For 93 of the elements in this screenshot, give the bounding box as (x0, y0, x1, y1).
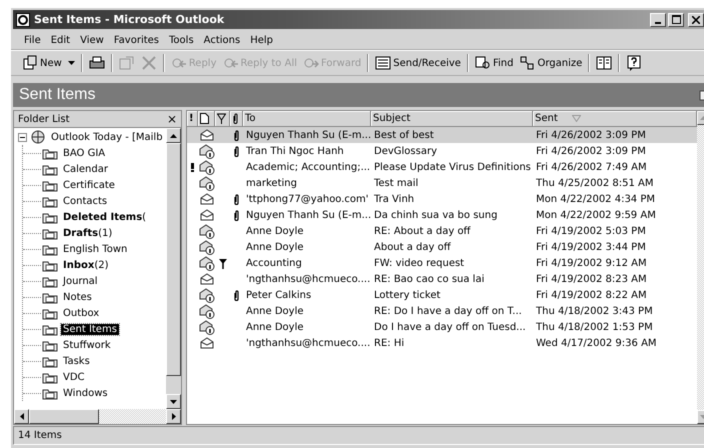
toolbar-button[interactable]: Find (472, 52, 516, 74)
message-row[interactable]: marketing Test mail Thu 4/25/2002 8:51 AM (187, 175, 697, 191)
folder-item[interactable]: Outbox (61, 308, 102, 318)
folder-item[interactable]: VDC (61, 372, 87, 382)
window-title: Sent Items - Microsoft Outlook (34, 13, 224, 26)
date-cell-text: Fri 4/19/2002 8:23 AM (535, 272, 648, 286)
folder-item[interactable]: Tasks (61, 356, 92, 366)
toolbar-button[interactable]: Organize (516, 52, 586, 74)
recipient-cell-text: Anne Doyle (245, 304, 305, 318)
toolbar-button[interactable]: New (19, 52, 78, 74)
importance-header[interactable]: ! (187, 111, 198, 127)
message-row[interactable]: Anne Doyle Do I have a day off on Tuesd... Thu 4/18/2002 1:53 PM (187, 319, 697, 335)
subject-cell-text: Please Update Virus Definitions (373, 160, 532, 174)
subject-cell-text: RE: Bao cao co sua lai (373, 272, 486, 286)
close-button[interactable]: × (166, 112, 177, 126)
recipient-cell-text: 'ttphong77@yahoo.com' (245, 192, 370, 206)
menu-item[interactable]: File (19, 34, 46, 46)
recipient-cell-text: Nguyen Thanh Su (E-m... (245, 128, 371, 142)
menu-item[interactable]: Actions (198, 34, 246, 46)
message-row[interactable]: 'ngthanhsu@hcmueco.... RE: Hi Wed 4/17/2002 9:36 AM (187, 335, 697, 351)
date-cell-text: Fri 4/26/2002 3:09 PM (535, 128, 647, 142)
pane-title: Folder List (18, 114, 70, 124)
column-header[interactable]: Subject (371, 111, 533, 127)
date-cell-text: Fri 4/19/2002 5:03 PM (535, 224, 647, 238)
column-header[interactable]: Sent (533, 111, 697, 127)
subject-cell-text: RE: Do I have a day off on T... (373, 304, 523, 318)
folder-item[interactable]: Stuffwork (61, 340, 113, 350)
date-cell-text: Thu 4/18/2002 3:43 PM (535, 304, 654, 318)
recipient-cell-text: Anne Doyle (245, 240, 305, 254)
banner-title: Sent Items (19, 86, 96, 104)
toolbar-button[interactable]: Send/Receive (372, 52, 464, 74)
column-header[interactable]: To (243, 111, 371, 127)
menu-item[interactable]: Tools (164, 34, 199, 46)
date-cell-text: Fri 4/26/2002 7:49 AM (535, 160, 648, 174)
folder-item[interactable]: English Town (61, 244, 130, 254)
message-row[interactable]: Peter Calkins Lottery ticket Fri 4/19/2002 8:22 AM (187, 287, 697, 303)
message-row[interactable]: Anne Doyle RE: Do I have a day off on T... Thu 4/18/2002 3:43 PM (187, 303, 697, 319)
subject-cell-text: DevGlossary (373, 144, 438, 158)
subject-cell-text: Da chinh sua va bo sung (373, 208, 498, 222)
folder-item[interactable]: Deleted Items( (61, 212, 148, 222)
folder-item[interactable]: Drafts(1) (61, 228, 114, 238)
date-cell-text: Fri 4/19/2002 9:12 AM (535, 256, 648, 270)
menu-item[interactable]: Favorites (108, 34, 164, 46)
message-row[interactable]: Anne Doyle RE: About a day off Fri 4/19/2002 5:03 PM (187, 223, 697, 239)
folder-item[interactable]: Windows (61, 388, 110, 398)
subject-cell-text: Best of best (373, 128, 435, 142)
menu-item[interactable]: Edit (46, 34, 76, 46)
recipient-cell-text: Academic; Accounting;... (245, 160, 371, 174)
recipient-cell-text: Anne Doyle (245, 224, 305, 238)
date-cell-text: Mon 4/22/2002 4:34 PM (535, 192, 656, 206)
recipient-cell-text: Peter Calkins (245, 288, 312, 302)
message-row[interactable]: Academic; Accounting;... Please Update Virus Definitions Fri 4/26/2002 7:49 AM (187, 159, 697, 175)
subject-cell-text: Lottery ticket (373, 288, 442, 302)
message-row[interactable]: Nguyen Thanh Su (E-m... Da chinh sua va bo sung Mon 4/22/2002 9:59 AM (187, 207, 697, 223)
message-row[interactable]: Anne Doyle About a day off Fri 4/19/2002 3:44 PM (187, 239, 697, 255)
date-cell-text: Wed 4/17/2002 9:36 AM (535, 336, 658, 350)
folder-item[interactable]: BAO GIA (61, 148, 108, 158)
folder-item[interactable]: Notes (61, 292, 94, 302)
date-cell-text: Thu 4/18/2002 1:53 PM (535, 320, 654, 334)
folder-item[interactable]: Certificate (61, 180, 117, 190)
date-cell-text: Fri 4/19/2002 3:44 PM (535, 240, 647, 254)
status-text: 14 Items (18, 430, 62, 441)
subject-cell-text: RE: Hi (373, 336, 406, 350)
folder-item[interactable]: Journal (61, 276, 100, 286)
subject-cell-text: Test mail (373, 176, 420, 190)
recipient-cell-text: Accounting (245, 256, 303, 270)
recipient-cell-text: 'ngthanhsu@hcmueco.... (245, 272, 371, 286)
folder-item[interactable]: Calendar (61, 164, 110, 174)
date-cell-text: Thu 4/25/2002 8:51 AM (535, 176, 655, 190)
folder-item[interactable]: Inbox(2) (61, 260, 110, 270)
recipient-cell-text: 'ngthanhsu@hcmueco.... (245, 336, 371, 350)
folder-item[interactable]: Contacts (61, 196, 110, 206)
message-row[interactable]: Tran Thi Ngoc Hanh DevGlossary Fri 4/26/2002 3:09 PM (187, 143, 697, 159)
subject-cell-text: FW: video request (373, 256, 466, 270)
date-cell-text: Fri 4/26/2002 3:09 PM (535, 144, 647, 158)
recipient-cell-text: Anne Doyle (245, 320, 305, 334)
menu-item[interactable]: Help (245, 34, 278, 46)
message-row[interactable]: 'ttphong77@yahoo.com' Tra Vinh Mon 4/22/2002 4:34 PM (187, 191, 697, 207)
message-row[interactable]: Accounting FW: video request Fri 4/19/2002 9:12 AM (187, 255, 697, 271)
date-cell-text: Mon 4/22/2002 9:59 AM (535, 208, 657, 222)
recipient-cell-text: Tran Thi Ngoc Hanh (245, 144, 345, 158)
subject-cell-text: Do I have a day off on Tuesd... (373, 320, 527, 334)
folder-item[interactable]: Sent Items (61, 324, 119, 334)
recipient-cell-text: marketing (245, 176, 298, 190)
subject-cell-text: About a day off (373, 240, 452, 254)
date-cell-text: Fri 4/19/2002 8:22 AM (535, 288, 648, 302)
menu-item[interactable]: View (75, 34, 109, 46)
subject-cell-text: Tra Vinh (373, 192, 416, 206)
folder-item[interactable]: Outlook Today - [Mailb (49, 132, 165, 142)
message-row[interactable]: 'ngthanhsu@hcmueco.... RE: Bao cao co sua lai Fri 4/19/2002 8:23 AM (187, 271, 697, 287)
subject-cell-text: RE: About a day off (373, 224, 472, 238)
recipient-cell-text: Nguyen Thanh Su (E-m... (245, 208, 371, 222)
message-row[interactable]: Nguyen Thanh Su (E-m... Best of best Fri 4/26/2002 3:09 PM (187, 127, 697, 143)
